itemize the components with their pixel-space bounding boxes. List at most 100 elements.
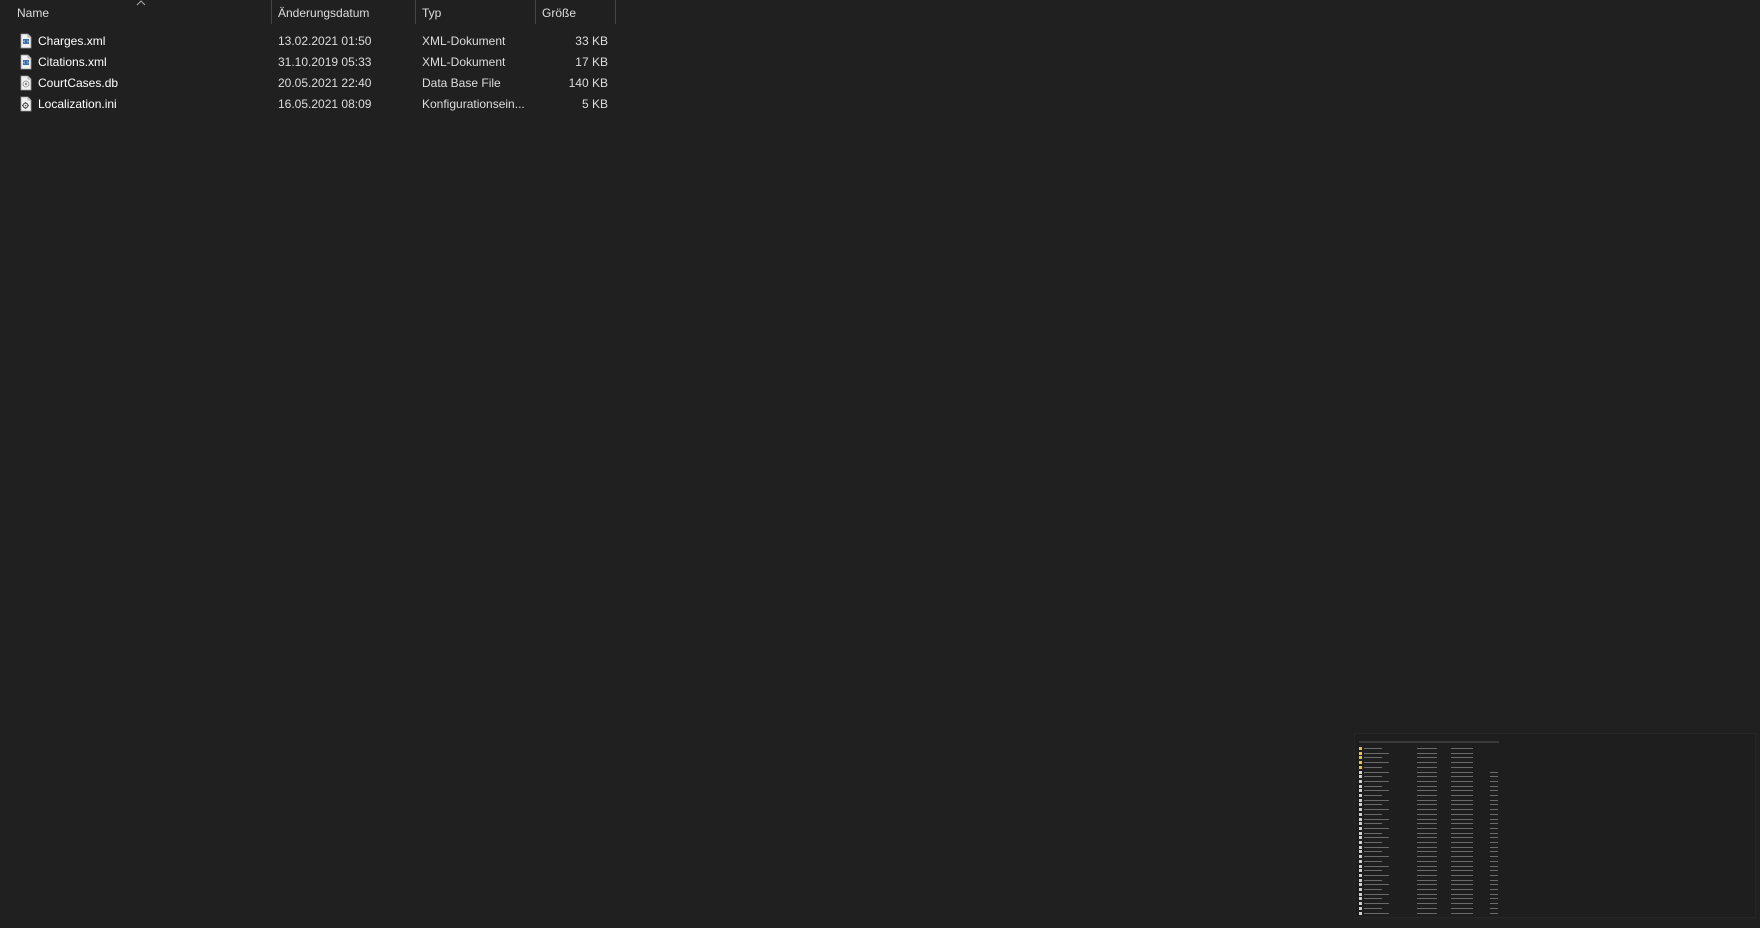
thumbnail-text-line	[1364, 804, 1382, 806]
file-date: 16.05.2021 08:09	[278, 97, 372, 111]
thumbnail-text-line	[1417, 874, 1437, 876]
file-row[interactable]: CourtCases.db 20.05.2021 22:40 Data Base…	[0, 73, 616, 94]
thumbnail-text-line	[1364, 823, 1382, 825]
thumbnail-row	[1359, 841, 1504, 844]
column-divider[interactable]	[535, 0, 536, 24]
thumbnail-text-line	[1417, 903, 1437, 905]
file-name: CourtCases.db	[38, 76, 119, 90]
thumbnail-header	[1359, 741, 1499, 743]
thumbnail-text-line	[1451, 795, 1473, 796]
thumbnail-row	[1359, 892, 1504, 896]
thumbnail-text-line	[1417, 771, 1437, 773]
thumbnail-text-line	[1490, 842, 1498, 843]
thumbnail-text-line	[1451, 846, 1473, 848]
thumbnail-text-line	[1451, 889, 1473, 890]
column-divider[interactable]	[615, 0, 616, 24]
thumbnail-row	[1359, 775, 1504, 779]
thumbnail-text-line	[1451, 907, 1473, 909]
file-icon	[1359, 883, 1362, 887]
thumbnail-text-line	[1417, 832, 1437, 834]
thumbnail-text-line	[1451, 856, 1473, 858]
thumbnail-text-line	[1364, 837, 1389, 839]
thumbnail-text-line	[1451, 851, 1473, 853]
thumbnail-text-line	[1364, 818, 1389, 820]
thumbnail-text-line	[1417, 856, 1437, 858]
thumbnail-row	[1359, 831, 1504, 835]
thumbnail-text-line	[1451, 898, 1473, 900]
thumbnail-text-line	[1451, 762, 1473, 764]
window-thumbnail-preview[interactable]	[1354, 733, 1756, 918]
thumbnail-text-line	[1490, 865, 1498, 867]
thumbnail-text-line	[1364, 870, 1382, 872]
thumbnail-row	[1359, 765, 1504, 769]
thumbnail-row	[1359, 817, 1504, 821]
thumbnail-text-line	[1417, 780, 1437, 782]
thumbnail-text-line	[1490, 785, 1498, 787]
thumbnail-text-line	[1451, 827, 1473, 829]
thumbnail-text-line	[1417, 889, 1437, 890]
file-icon	[1359, 911, 1362, 915]
thumbnail-text-line	[1417, 776, 1437, 778]
thumbnail-row	[1359, 794, 1504, 797]
thumbnail-text-line	[1490, 851, 1498, 853]
file-icon	[1359, 817, 1362, 821]
file-row[interactable]: Charges.xml 13.02.2021 01:50 XML-Dokumen…	[0, 31, 616, 52]
thumbnail-text-line	[1451, 776, 1473, 778]
column-header-date[interactable]: Änderungsdatum	[278, 0, 413, 24]
thumbnail-text-line	[1451, 813, 1473, 815]
column-divider[interactable]	[271, 0, 272, 24]
thumbnail-text-line	[1490, 809, 1498, 811]
thumbnail-row	[1359, 808, 1504, 812]
column-header-name[interactable]: Name	[17, 0, 267, 24]
thumbnail-text-line	[1417, 860, 1437, 862]
folder-icon	[1359, 756, 1362, 760]
file-name: Localization.ini	[38, 97, 117, 111]
file-size: 17 KB	[575, 55, 608, 69]
file-row[interactable]: Localization.ini 16.05.2021 08:09 Konfig…	[0, 94, 616, 115]
thumbnail-text-line	[1364, 757, 1382, 759]
file-explorer-window: Name Änderungsdatum Typ Größe Charges.xm…	[0, 0, 1760, 928]
thumbnail-text-line	[1451, 757, 1473, 759]
thumbnail-row	[1359, 897, 1504, 901]
file-icon	[1359, 794, 1362, 797]
column-header-size[interactable]: Größe	[542, 0, 612, 24]
thumbnail-text-line	[1364, 879, 1382, 881]
thumbnail-text-line	[1451, 870, 1473, 872]
thumbnail-text-line	[1490, 893, 1498, 895]
file-row[interactable]: Citations.xml 31.10.2019 05:33 XML-Dokum…	[0, 52, 616, 73]
file-icon	[1359, 779, 1362, 783]
thumbnail-row	[1359, 873, 1504, 877]
thumbnail-text-line	[1417, 809, 1437, 811]
thumbnail-row	[1359, 779, 1504, 783]
thumbnail-text-line	[1451, 780, 1473, 782]
thumbnail-text-line	[1364, 851, 1382, 853]
column-divider[interactable]	[415, 0, 416, 24]
thumbnail-text-line	[1364, 865, 1389, 867]
thumbnail-text-line	[1451, 912, 1473, 914]
file-type: XML-Dokument	[422, 55, 506, 69]
thumbnail-text-line	[1417, 785, 1437, 787]
file-icon	[1359, 789, 1362, 793]
thumbnail-text-line	[1451, 799, 1473, 801]
file-icon	[1359, 869, 1362, 873]
thumbnail-text-line	[1490, 884, 1498, 886]
thumbnail-text-line	[1417, 795, 1437, 796]
xml-file-icon	[20, 54, 32, 70]
thumbnail-text-line	[1417, 879, 1437, 881]
file-icon	[1359, 845, 1362, 849]
thumbnail-text-line	[1490, 860, 1498, 862]
thumbnail-text-line	[1364, 860, 1382, 862]
column-header-type[interactable]: Typ	[422, 0, 532, 24]
thumbnail-text-line	[1364, 884, 1389, 886]
thumbnail-text-line	[1451, 823, 1473, 825]
thumbnail-text-line	[1490, 790, 1498, 792]
file-icon	[1359, 897, 1362, 901]
file-icon	[1359, 841, 1362, 844]
thumbnail-text-line	[1364, 799, 1389, 801]
thumbnail-text-line	[1364, 776, 1382, 778]
file-icon	[1359, 906, 1362, 910]
db-file-icon	[20, 75, 32, 91]
thumbnail-row	[1359, 803, 1504, 807]
thumbnail-row	[1359, 761, 1504, 765]
thumbnail-row	[1359, 911, 1504, 915]
